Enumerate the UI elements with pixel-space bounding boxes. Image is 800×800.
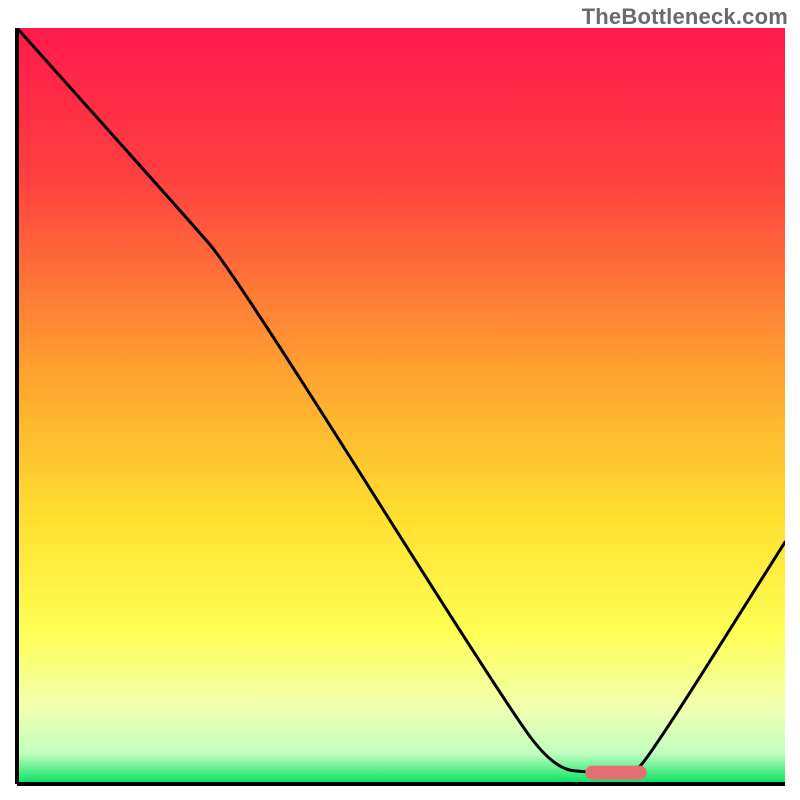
- watermark-label: TheBottleneck.com: [582, 4, 788, 30]
- optimal-marker: [585, 766, 646, 780]
- chart-background: [17, 28, 785, 784]
- bottleneck-chart: [15, 28, 785, 786]
- chart-svg: [15, 28, 785, 786]
